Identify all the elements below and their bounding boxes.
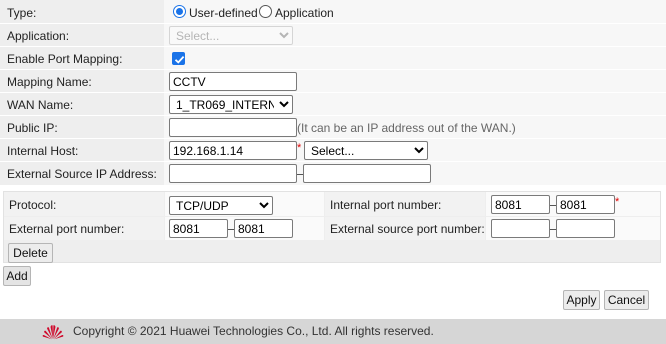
internal-port-start-input[interactable] xyxy=(491,195,550,214)
row-divider xyxy=(0,69,666,70)
external-source-ip-start-input[interactable] xyxy=(169,164,297,183)
wan-name-select[interactable]: 1_TR069_INTERNET xyxy=(169,95,293,114)
mapping-name-label: Mapping Name: xyxy=(7,75,92,89)
protocol-select[interactable]: TCP/UDP xyxy=(169,196,273,215)
internal-host-input[interactable] xyxy=(169,141,297,160)
internal-host-label: Internal Host: xyxy=(7,144,79,158)
type-application-radio[interactable] xyxy=(259,5,272,18)
copyright-text: Copyright © 2021 Huawei Technologies Co.… xyxy=(73,324,434,338)
type-user-defined-label: User-defined xyxy=(189,6,258,20)
internal-host-select[interactable]: Select... xyxy=(304,141,428,160)
internal-port-label: Internal port number: xyxy=(330,198,442,212)
required-mark: * xyxy=(615,196,620,208)
public-ip-input[interactable] xyxy=(169,118,297,137)
required-mark: * xyxy=(297,142,302,154)
row-divider xyxy=(0,23,666,24)
type-user-defined-radio[interactable] xyxy=(173,5,186,18)
cancel-button[interactable]: Cancel xyxy=(604,290,649,310)
public-ip-label: Public IP: xyxy=(7,121,58,135)
protocol-label: Protocol: xyxy=(9,198,57,212)
external-port-label: External port number: xyxy=(9,222,125,236)
row-divider xyxy=(0,138,666,139)
huawei-logo-icon xyxy=(42,325,64,340)
enable-port-mapping-checkbox[interactable] xyxy=(172,52,185,65)
external-source-ip-end-input[interactable] xyxy=(303,164,431,183)
delete-button[interactable]: Delete xyxy=(8,243,53,263)
type-label: Type: xyxy=(7,6,37,20)
application-label: Application: xyxy=(7,29,70,43)
row-divider xyxy=(0,92,666,93)
type-application-label: Application xyxy=(275,6,334,20)
external-source-ip-label: External Source IP Address: xyxy=(7,167,157,181)
application-select[interactable]: Select... xyxy=(169,26,293,45)
internal-port-end-input[interactable] xyxy=(556,195,615,214)
row-divider xyxy=(0,115,666,116)
external-port-end-input[interactable] xyxy=(234,219,293,238)
external-source-port-label: External source port number: xyxy=(330,222,485,236)
row-divider xyxy=(0,46,666,47)
external-source-port-end-input[interactable] xyxy=(556,219,615,238)
external-port-start-input[interactable] xyxy=(169,219,228,238)
enable-port-mapping-label: Enable Port Mapping: xyxy=(7,52,123,66)
public-ip-hint: (It can be an IP address out of the WAN.… xyxy=(297,121,516,135)
checkmark-icon xyxy=(174,55,185,64)
external-source-port-start-input[interactable] xyxy=(491,219,550,238)
row-divider xyxy=(0,161,666,162)
footer: Copyright © 2021 Huawei Technologies Co.… xyxy=(0,319,666,344)
apply-button[interactable]: Apply xyxy=(563,290,600,310)
add-button[interactable]: Add xyxy=(3,266,31,286)
mapping-name-input[interactable] xyxy=(169,72,297,91)
wan-name-label: WAN Name: xyxy=(7,98,74,112)
